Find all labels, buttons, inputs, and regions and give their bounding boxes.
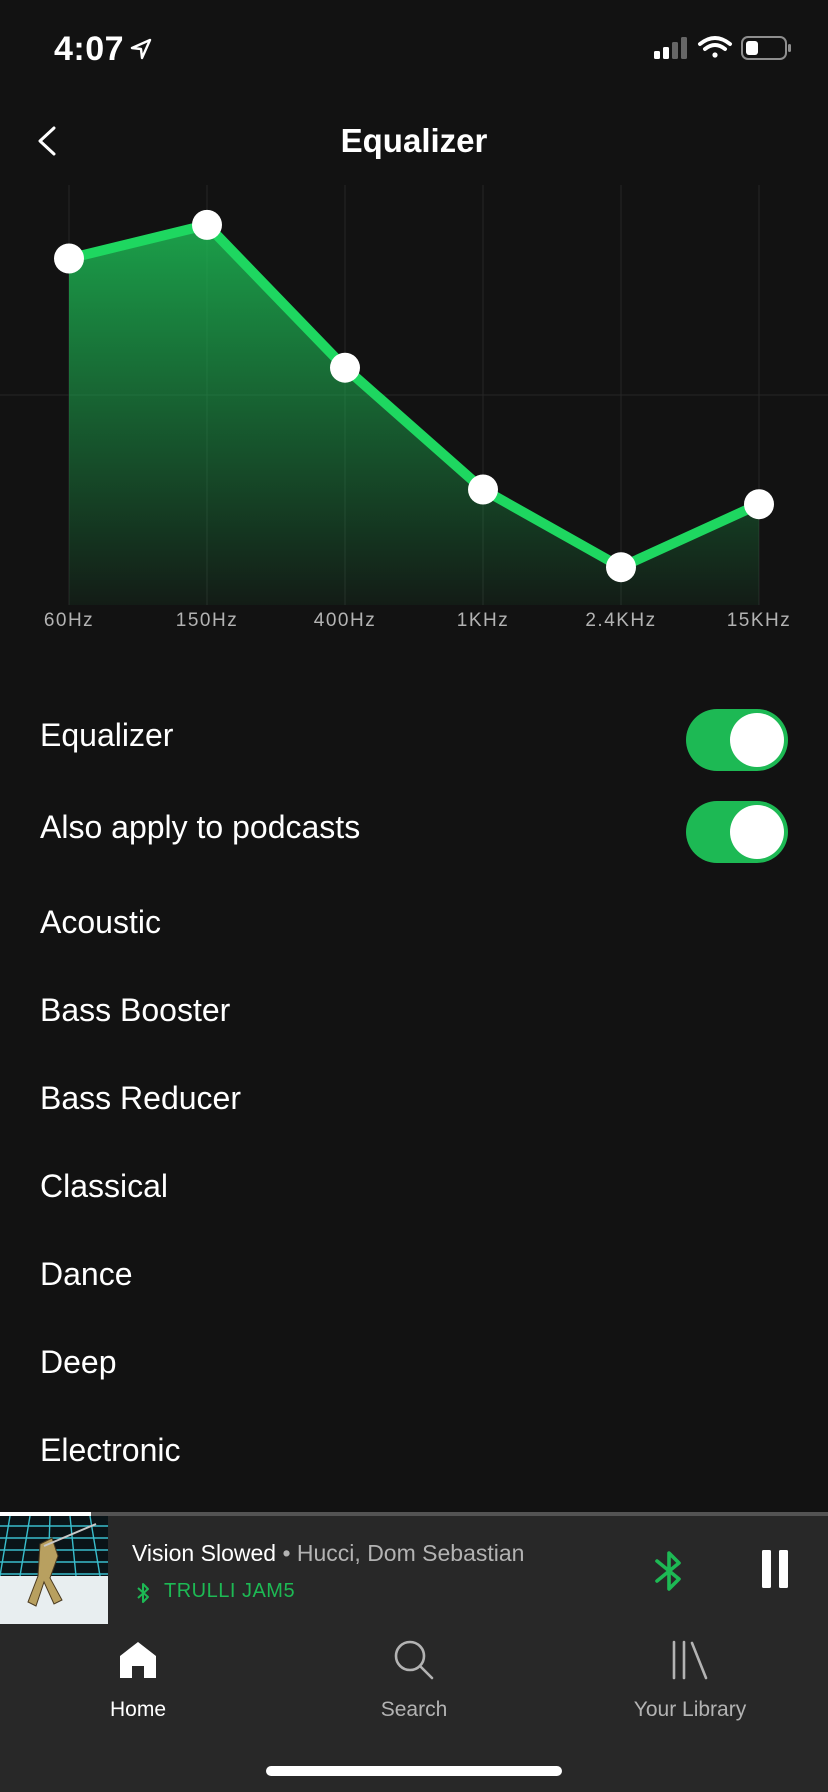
status-icons	[654, 36, 791, 60]
device-name: TRULLI JAM5	[164, 1580, 296, 1602]
track-separator: •	[276, 1540, 297, 1566]
bluetooth-small-icon	[137, 1583, 149, 1603]
podcasts-toggle-row: Also apply to podcasts	[0, 787, 828, 879]
pause-icon[interactable]	[758, 1548, 792, 1590]
podcasts-toggle-label: Also apply to podcasts	[40, 809, 361, 845]
status-bar: 4:07	[0, 0, 828, 100]
home-indicator	[266, 1766, 562, 1776]
toggle-knob	[730, 805, 784, 859]
cellular-signal-icon	[654, 37, 687, 59]
eq-band-label: 1KHz	[457, 610, 509, 631]
eq-band-label: 60Hz	[44, 610, 94, 631]
track-title: Vision Slowed	[132, 1540, 277, 1566]
eq-band-label: 2.4KHz	[585, 610, 656, 631]
preset-list: Acoustic Bass Booster Bass Reducer Class…	[0, 880, 828, 1496]
eq-band-handle-150hz[interactable]	[192, 209, 222, 240]
battery-icon	[741, 36, 791, 60]
mini-player[interactable]: Vision Slowed • Hucci, Dom Sebastian TRU…	[0, 1512, 828, 1624]
bluetooth-icon[interactable]	[652, 1548, 686, 1594]
eq-band-handle-1khz[interactable]	[468, 474, 498, 505]
nav-header: Equalizer	[0, 100, 828, 182]
settings-list: Equalizer Also apply to podcasts	[0, 695, 828, 879]
search-icon	[394, 1640, 434, 1680]
toggle-knob	[730, 713, 784, 767]
eq-band-label: 150Hz	[176, 610, 238, 631]
equalizer-chart[interactable]: 60Hz 150Hz 400Hz 1KHz 2.4KHz 15KHz	[0, 185, 828, 635]
tab-search[interactable]: Search	[276, 1636, 552, 1746]
tab-home[interactable]: Home	[0, 1636, 276, 1746]
eq-band-handle-15khz[interactable]	[744, 489, 774, 520]
preset-acoustic[interactable]: Acoustic	[0, 880, 828, 968]
podcasts-toggle[interactable]	[686, 801, 788, 863]
preset-bass-booster[interactable]: Bass Booster	[0, 968, 828, 1056]
preset-dance[interactable]: Dance	[0, 1232, 828, 1320]
eq-band-label: 400Hz	[314, 610, 376, 631]
track-artist: Hucci, Dom Sebastian	[296, 1540, 525, 1566]
eq-band-label: 15KHz	[727, 610, 792, 631]
home-icon	[120, 1642, 156, 1678]
tab-home-label: Home	[109, 1698, 167, 1721]
page-title: Equalizer	[340, 122, 488, 159]
location-arrow-icon	[130, 38, 152, 60]
playback-progress	[0, 1512, 828, 1516]
tab-library-label: Your Library	[633, 1698, 747, 1721]
eq-band-handle-400hz[interactable]	[330, 352, 360, 383]
equalizer-toggle-label: Equalizer	[40, 717, 174, 753]
preset-deep[interactable]: Deep	[0, 1320, 828, 1408]
tab-search-label: Search	[380, 1698, 448, 1721]
equalizer-toggle-row: Equalizer	[0, 695, 828, 787]
preset-bass-reducer[interactable]: Bass Reducer	[0, 1056, 828, 1144]
wifi-icon	[698, 36, 732, 58]
track-info: Vision Slowed • Hucci, Dom Sebastian	[132, 1540, 524, 1567]
eq-band-handle-60hz[interactable]	[54, 243, 84, 274]
tab-library[interactable]: Your Library	[552, 1636, 828, 1746]
status-time: 4:07	[54, 30, 125, 68]
preset-electronic[interactable]: Electronic	[0, 1408, 828, 1496]
eq-band-handle-2.4khz[interactable]	[606, 552, 636, 583]
library-icon	[672, 1640, 708, 1680]
equalizer-toggle[interactable]	[686, 709, 788, 771]
preset-classical[interactable]: Classical	[0, 1144, 828, 1232]
album-art[interactable]	[0, 1516, 108, 1624]
